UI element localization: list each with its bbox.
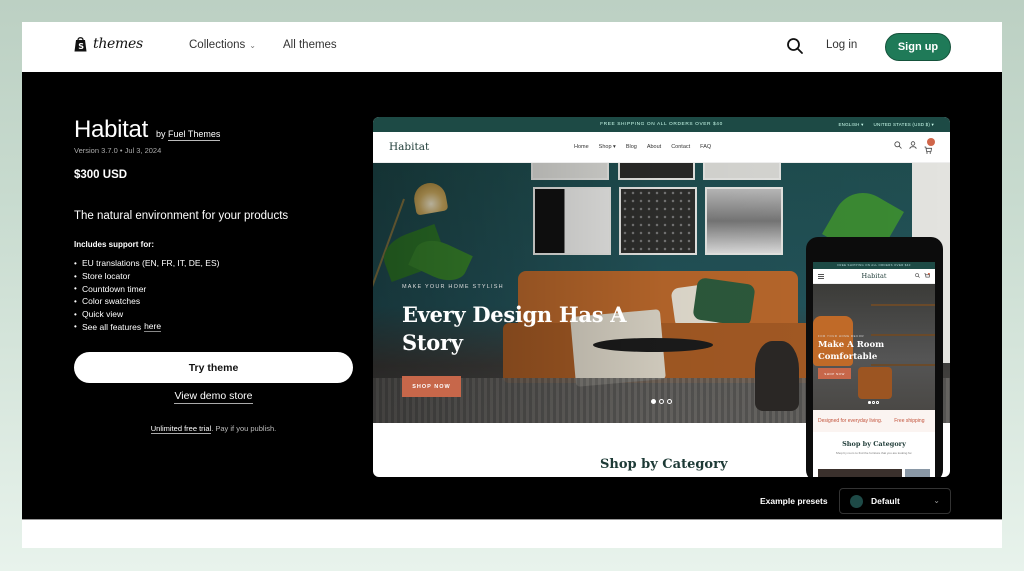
nav-collections[interactable]: Collections ⌄	[189, 39, 256, 51]
slide-dot	[667, 399, 672, 404]
announcement-text: FREE SHIPPING ON ALL ORDERS OVER $40	[600, 122, 723, 127]
top-navigation: S themes Collections ⌄ All themes Log in…	[22, 22, 1002, 72]
slide-dot	[659, 399, 664, 404]
chevron-down-icon: ⌄	[933, 496, 940, 505]
search-icon	[894, 141, 902, 149]
store-nav-item: Shop ▾	[598, 144, 616, 150]
mobile-hero: FOR YOUR HOME DECOR Make A Room Comforta…	[813, 284, 935, 410]
mobile-screen: FREE SHIPPING ON ALL ORDERS OVER $40 Hab…	[813, 262, 935, 477]
logo-text: themes	[93, 36, 143, 52]
page-below-fold	[22, 519, 1002, 548]
store-header-icons	[894, 138, 935, 154]
support-heading: Includes support for:	[74, 240, 154, 249]
slide-dot-active	[651, 399, 656, 404]
nav-all-themes[interactable]: All themes	[283, 39, 337, 51]
preset-dropdown[interactable]: Default ⌄	[839, 488, 951, 514]
mobile-shop-by-category-sub: Shop by room to find the furniture that …	[835, 451, 913, 455]
mobile-hero-headline: Make A Room Comfortable	[818, 340, 885, 362]
store-logo: Habitat	[389, 141, 430, 153]
store-nav: Home Shop ▾ Blog About Contact FAQ	[574, 144, 711, 150]
store-nav-item: Contact	[671, 144, 691, 150]
trial-note: Unlimited free trial. Pay if you publish…	[74, 424, 353, 434]
shop-by-category-heading: Shop by Category	[600, 457, 728, 472]
feature-item: Countdown timer	[74, 282, 219, 295]
preset-color-swatch	[850, 494, 863, 508]
cart-icon	[924, 273, 930, 278]
mobile-hero-eyebrow: FOR YOUR HOME DECOR	[818, 334, 865, 338]
free-trial-link[interactable]: Unlimited free trial	[150, 424, 212, 434]
mobile-header: Habitat	[813, 269, 935, 284]
feature-item-see-all: See all features here	[74, 320, 219, 333]
feature-list: EU translations (EN, FR, IT, DE, ES) Sto…	[74, 257, 219, 333]
theme-price: $300 USD	[74, 169, 128, 181]
store-announcement-bar: FREE SHIPPING ON ALL ORDERS OVER $40 ENG…	[373, 117, 950, 132]
search-icon	[915, 273, 920, 278]
language-selector: ENGLISH ▾	[838, 122, 864, 127]
search-icon[interactable]	[786, 37, 804, 55]
view-demo-store-label: View demo store	[174, 390, 253, 404]
store-nav-item: About	[646, 144, 662, 150]
theme-name: Habitat	[74, 116, 148, 143]
store-header: Habitat Home Shop ▾ Blog About Contact F…	[373, 132, 950, 163]
nav-all-themes-label: All themes	[283, 39, 337, 51]
by-prefix: by	[155, 129, 166, 139]
login-link[interactable]: Log in	[826, 39, 857, 51]
cart-icon	[924, 138, 935, 154]
mobile-shop-now-button: SHOP NOW	[818, 368, 851, 379]
mobile-shop-by-category: Shop by Category	[842, 440, 906, 448]
mobile-marquee: Designed for everyday living. Free shipp…	[813, 410, 935, 432]
cart-count-badge	[927, 138, 935, 146]
trial-note-text: . Pay if you publish.	[211, 424, 277, 433]
author-link[interactable]: Fuel Themes	[167, 129, 221, 141]
chevron-down-icon: ⌄	[249, 40, 256, 50]
currency-selector: UNITED STATES (USD $) ▾	[873, 122, 934, 127]
slide-dots	[651, 399, 672, 404]
hero-headline: Every Design Has A Story	[402, 302, 627, 355]
view-demo-store-link[interactable]: View demo store	[74, 390, 353, 404]
theme-tagline: The natural environment for your product…	[74, 210, 289, 222]
shopify-themes-logo[interactable]: S themes	[74, 36, 143, 52]
theme-title-row: Habitat by Fuel Themes	[74, 116, 221, 144]
try-theme-button[interactable]: Try theme	[74, 352, 353, 383]
page-frame: S themes Collections ⌄ All themes Log in…	[22, 22, 1002, 548]
feature-item: Store locator	[74, 270, 219, 283]
theme-author: by Fuel Themes	[155, 129, 221, 141]
nav-collections-label: Collections	[189, 39, 246, 51]
example-presets-label: Example presets	[760, 496, 828, 506]
svg-text:S: S	[78, 42, 84, 51]
shopify-bag-icon: S	[74, 37, 87, 52]
mobile-announcement: FREE SHIPPING ON ALL ORDERS OVER $40	[813, 262, 935, 269]
signup-button[interactable]: Sign up	[885, 33, 951, 61]
theme-preview[interactable]: FREE SHIPPING ON ALL ORDERS OVER $40 ENG…	[373, 117, 950, 477]
see-all-features-link[interactable]: here	[144, 321, 162, 333]
mobile-preview: FREE SHIPPING ON ALL ORDERS OVER $40 Hab…	[806, 237, 943, 477]
store-nav-item: FAQ	[700, 144, 712, 150]
see-all-text: See all features	[82, 321, 142, 332]
theme-hero: Habitat by Fuel Themes Version 3.7.0 • J…	[22, 72, 1002, 519]
feature-item: Color swatches	[74, 295, 219, 308]
marquee-item: Designed for everyday living.	[818, 418, 883, 424]
ottoman	[858, 367, 892, 399]
marquee-item: Free shipping	[894, 418, 925, 424]
store-nav-item: Blog	[625, 144, 637, 150]
version-info: Version 3.7.0 • Jul 3, 2024	[74, 146, 162, 155]
store-nav-item: Home	[574, 144, 589, 150]
hero-eyebrow: MAKE YOUR HOME STYLISH	[402, 284, 504, 290]
preset-selected: Default	[871, 496, 900, 506]
shop-now-button: SHOP NOW	[402, 376, 461, 397]
account-icon	[909, 141, 917, 149]
feature-item: Quick view	[74, 308, 219, 321]
feature-item: EU translations (EN, FR, IT, DE, ES)	[74, 257, 219, 270]
